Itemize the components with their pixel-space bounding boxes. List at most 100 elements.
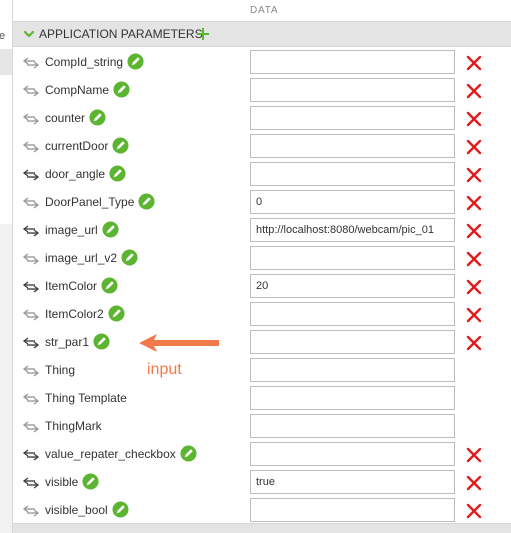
pencil-icon[interactable] bbox=[108, 305, 125, 322]
pencil-icon[interactable] bbox=[180, 445, 197, 462]
parameter-name: Thing Template bbox=[45, 391, 127, 405]
parameter-name-text: str_par1 bbox=[45, 335, 90, 349]
parameter-name: image_url_v2 bbox=[45, 249, 138, 266]
parameter-name: ThingMark bbox=[45, 419, 102, 433]
binding-arrows-icon[interactable] bbox=[23, 280, 39, 294]
binding-arrows-icon[interactable] bbox=[23, 448, 39, 462]
parameter-row: door_angle bbox=[13, 161, 511, 189]
delete-x-icon[interactable] bbox=[466, 447, 482, 463]
parameter-value-input[interactable] bbox=[250, 50, 455, 74]
delete-x-icon[interactable] bbox=[466, 307, 482, 323]
pencil-icon[interactable] bbox=[112, 137, 129, 154]
binding-arrows-icon[interactable] bbox=[23, 112, 39, 126]
parameter-value-input[interactable] bbox=[250, 442, 455, 466]
binding-arrows-icon[interactable] bbox=[23, 168, 39, 182]
delete-x-icon[interactable] bbox=[466, 279, 482, 295]
parameter-value-input[interactable]: 0 bbox=[250, 190, 455, 214]
parameter-value-input[interactable] bbox=[250, 134, 455, 158]
parameter-value-input[interactable] bbox=[250, 358, 455, 382]
binding-arrows-icon[interactable] bbox=[23, 224, 39, 238]
pencil-icon[interactable] bbox=[102, 221, 119, 238]
chevron-down-icon[interactable] bbox=[23, 28, 35, 40]
binding-arrows-icon[interactable] bbox=[23, 56, 39, 70]
parameter-row: DoorPanel_Type 0 bbox=[13, 189, 511, 217]
binding-arrows-icon[interactable] bbox=[23, 196, 39, 210]
pencil-icon[interactable] bbox=[93, 333, 110, 350]
parameter-value-input[interactable] bbox=[250, 330, 455, 354]
parameter-name: str_par1 bbox=[45, 333, 110, 350]
binding-arrows-icon[interactable] bbox=[23, 84, 39, 98]
left-sidebar-fragment: e bbox=[0, 30, 6, 42]
parameter-name: CompId_string bbox=[45, 53, 144, 70]
annotation-arrow-icon bbox=[139, 334, 219, 352]
parameter-name: currentDoor bbox=[45, 137, 129, 154]
parameter-value-input[interactable] bbox=[250, 414, 455, 438]
parameter-value-input[interactable] bbox=[250, 386, 455, 410]
delete-x-icon[interactable] bbox=[466, 139, 482, 155]
parameter-row: counter bbox=[13, 105, 511, 133]
parameter-value-input[interactable]: http://localhost:8080/webcam/pic_01 bbox=[250, 218, 455, 242]
delete-x-icon[interactable] bbox=[466, 223, 482, 239]
section-title: APPLICATION PARAMETERS bbox=[39, 27, 203, 41]
pencil-icon[interactable] bbox=[101, 277, 118, 294]
pencil-icon[interactable] bbox=[109, 165, 126, 182]
annotation-label: input bbox=[147, 361, 182, 378]
parameter-row: value_repater_checkbox bbox=[13, 441, 511, 469]
binding-arrows-icon[interactable] bbox=[23, 308, 39, 322]
left-sidebar-edge: e bbox=[0, 0, 12, 533]
parameter-name-text: visible bbox=[45, 475, 79, 489]
pencil-icon[interactable] bbox=[82, 473, 99, 490]
parameter-name-text: ItemColor2 bbox=[45, 307, 104, 321]
delete-x-icon[interactable] bbox=[466, 167, 482, 183]
binding-arrows-icon[interactable] bbox=[23, 336, 39, 350]
binding-arrows-icon[interactable] bbox=[23, 392, 39, 406]
delete-x-icon[interactable] bbox=[466, 111, 482, 127]
binding-arrows-icon[interactable] bbox=[23, 504, 39, 518]
parameter-row: image_url_v2 bbox=[13, 245, 511, 273]
parameter-name: counter bbox=[45, 109, 106, 126]
binding-arrows-icon[interactable] bbox=[23, 476, 39, 490]
parameter-value-input[interactable] bbox=[250, 78, 455, 102]
delete-x-icon[interactable] bbox=[466, 195, 482, 211]
pencil-icon[interactable] bbox=[138, 193, 155, 210]
pencil-icon[interactable] bbox=[112, 501, 129, 518]
parameter-value-input[interactable]: 20 bbox=[250, 274, 455, 298]
parameter-value-input[interactable] bbox=[250, 302, 455, 326]
delete-x-icon[interactable] bbox=[466, 503, 482, 519]
parameter-value-input[interactable] bbox=[250, 498, 455, 522]
parameter-name-text: Thing Template bbox=[45, 391, 127, 405]
column-header: DATA bbox=[13, 0, 511, 21]
pencil-icon[interactable] bbox=[127, 53, 144, 70]
pencil-icon[interactable] bbox=[89, 109, 106, 126]
parameter-name: visible bbox=[45, 473, 99, 490]
parameter-value-input[interactable] bbox=[250, 246, 455, 270]
binding-arrows-icon[interactable] bbox=[23, 364, 39, 378]
delete-x-icon[interactable] bbox=[466, 251, 482, 267]
parameter-value-input[interactable] bbox=[250, 106, 455, 130]
parameter-name-text: CompName bbox=[45, 83, 110, 97]
parameter-name: CompName bbox=[45, 81, 130, 98]
section-header[interactable]: APPLICATION PARAMETERS bbox=[13, 21, 511, 47]
parameter-value-input[interactable] bbox=[250, 162, 455, 186]
pencil-icon[interactable] bbox=[113, 81, 130, 98]
parameter-name-text: DoorPanel_Type bbox=[45, 195, 135, 209]
delete-x-icon[interactable] bbox=[466, 55, 482, 71]
delete-x-icon[interactable] bbox=[466, 475, 482, 491]
left-sidebar-selected-item[interactable] bbox=[0, 49, 12, 75]
parameter-name-text: image_url bbox=[45, 223, 98, 237]
parameter-row: CompName bbox=[13, 77, 511, 105]
delete-x-icon[interactable] bbox=[466, 83, 482, 99]
binding-arrows-icon[interactable] bbox=[23, 252, 39, 266]
plus-icon[interactable] bbox=[195, 26, 211, 42]
parameter-name: DoorPanel_Type bbox=[45, 193, 155, 210]
pencil-icon[interactable] bbox=[121, 249, 138, 266]
parameter-name: value_repater_checkbox bbox=[45, 445, 197, 462]
delete-x-icon[interactable] bbox=[466, 335, 482, 351]
parameter-value-input[interactable]: true bbox=[250, 470, 455, 494]
binding-arrows-icon[interactable] bbox=[23, 420, 39, 434]
parameter-list: CompId_string CompName counter currentDoor d… bbox=[13, 49, 511, 525]
parameter-name: ItemColor bbox=[45, 277, 118, 294]
next-section-header[interactable] bbox=[13, 523, 511, 533]
parameter-name: visible_bool bbox=[45, 501, 129, 518]
binding-arrows-icon[interactable] bbox=[23, 140, 39, 154]
